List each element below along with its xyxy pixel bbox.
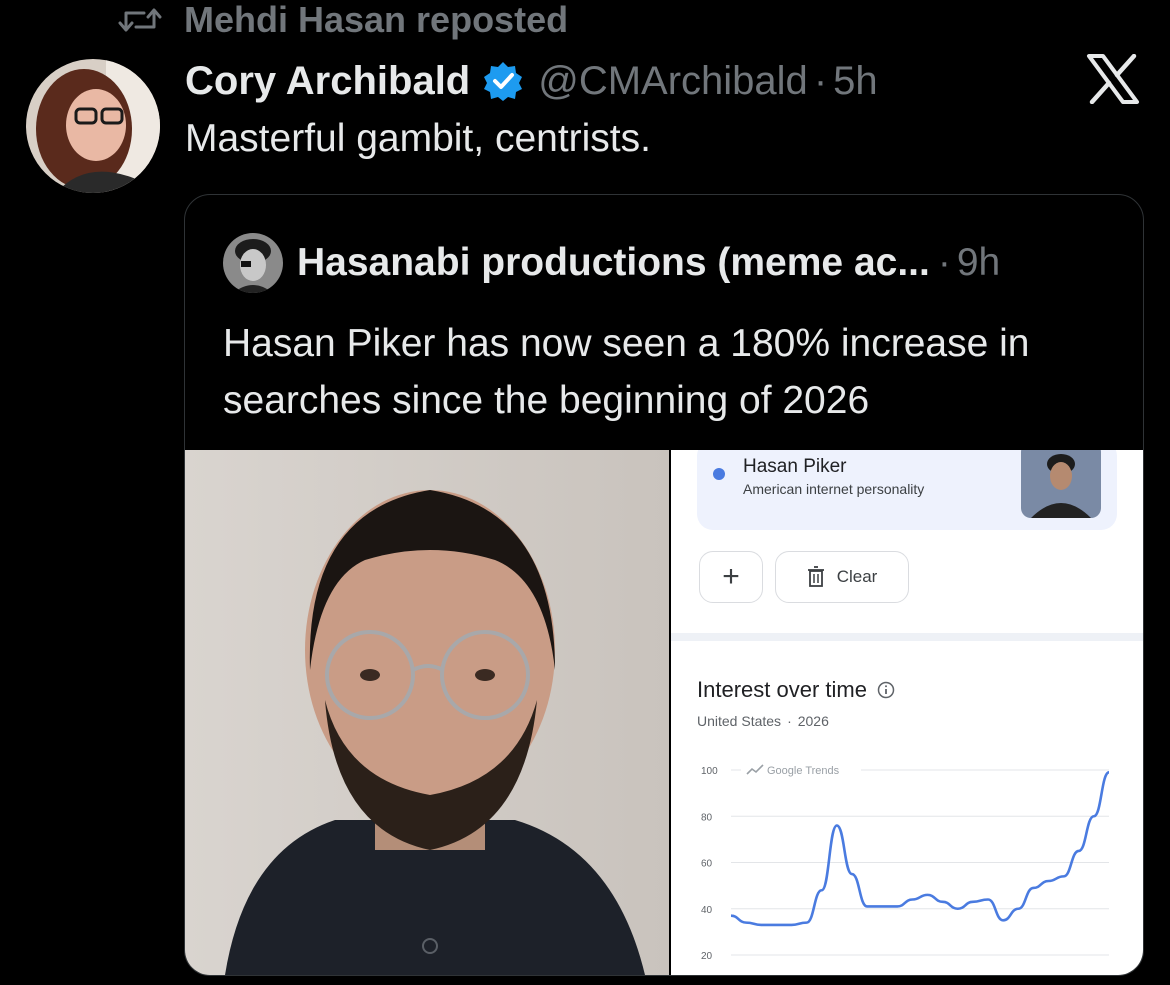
author-name[interactable]: Cory Archibald	[185, 59, 470, 104]
repost-indicator: Mehdi Hasan reposted	[118, 0, 568, 40]
trash-icon	[807, 566, 824, 587]
verified-badge-icon	[484, 62, 523, 101]
y-tick-label: 60	[701, 859, 713, 870]
quoted-post-text: Hasan Piker has now seen a 180% increase…	[223, 322, 1030, 422]
y-tick-label: 40	[701, 905, 713, 916]
interest-chart: 100 80 60 40 20 Google Trends	[701, 762, 1110, 962]
section-divider	[671, 633, 1143, 641]
series-color-dot	[713, 468, 725, 480]
x-logo-icon[interactable]	[1086, 54, 1140, 104]
interest-title: Interest over time	[697, 677, 895, 703]
separator-dot: ·	[787, 713, 792, 729]
clear-button[interactable]: Clear	[775, 551, 909, 603]
series-line	[730, 771, 1110, 927]
y-tick-label: 20	[701, 951, 713, 962]
quoted-post-card[interactable]: Hasanabi productions (meme ac... · 9h Ha…	[184, 194, 1144, 976]
search-term-name: Hasan Piker	[743, 456, 847, 477]
search-term-card: Hasan Piker American internet personalit…	[697, 450, 1117, 530]
search-term-thumbnail	[1021, 450, 1101, 518]
trends-watermark: Google Trends	[767, 765, 840, 777]
portrait-photo[interactable]	[185, 450, 669, 975]
repost-label[interactable]: Mehdi Hasan reposted	[184, 0, 568, 41]
repost-icon	[118, 8, 162, 32]
separator-dot: ·	[813, 58, 828, 103]
y-tick-label: 80	[701, 812, 713, 823]
post-timestamp[interactable]: 5h	[833, 59, 878, 104]
trends-screenshot[interactable]: Hasan Piker American internet personalit…	[671, 450, 1143, 975]
post-text: Masterful gambit, centrists.	[185, 117, 651, 160]
interest-subtitle: United States · 2026	[697, 713, 829, 729]
author-handle[interactable]: @CMArchibald	[538, 59, 808, 104]
author-avatar[interactable]	[26, 59, 160, 193]
info-icon[interactable]	[877, 681, 895, 699]
quoted-author-avatar[interactable]	[223, 233, 283, 293]
quoted-post-timestamp[interactable]: 9h	[957, 241, 1000, 285]
post-header: Cory Archibald @CMArchibald · 5h	[185, 55, 878, 107]
quoted-post-header: Hasanabi productions (meme ac... · 9h	[223, 233, 1000, 293]
interest-title-text: Interest over time	[697, 677, 867, 702]
search-term-description: American internet personality	[743, 481, 925, 497]
quoted-author-name[interactable]: Hasanabi productions (meme ac...	[297, 241, 930, 285]
separator-dot: ·	[937, 241, 951, 284]
add-comparison-button[interactable]: +	[699, 551, 763, 603]
clear-button-label: Clear	[836, 567, 878, 586]
region-label[interactable]: United States	[697, 713, 781, 729]
y-tick-label: 100	[701, 766, 718, 777]
year-label[interactable]: 2026	[798, 713, 829, 729]
